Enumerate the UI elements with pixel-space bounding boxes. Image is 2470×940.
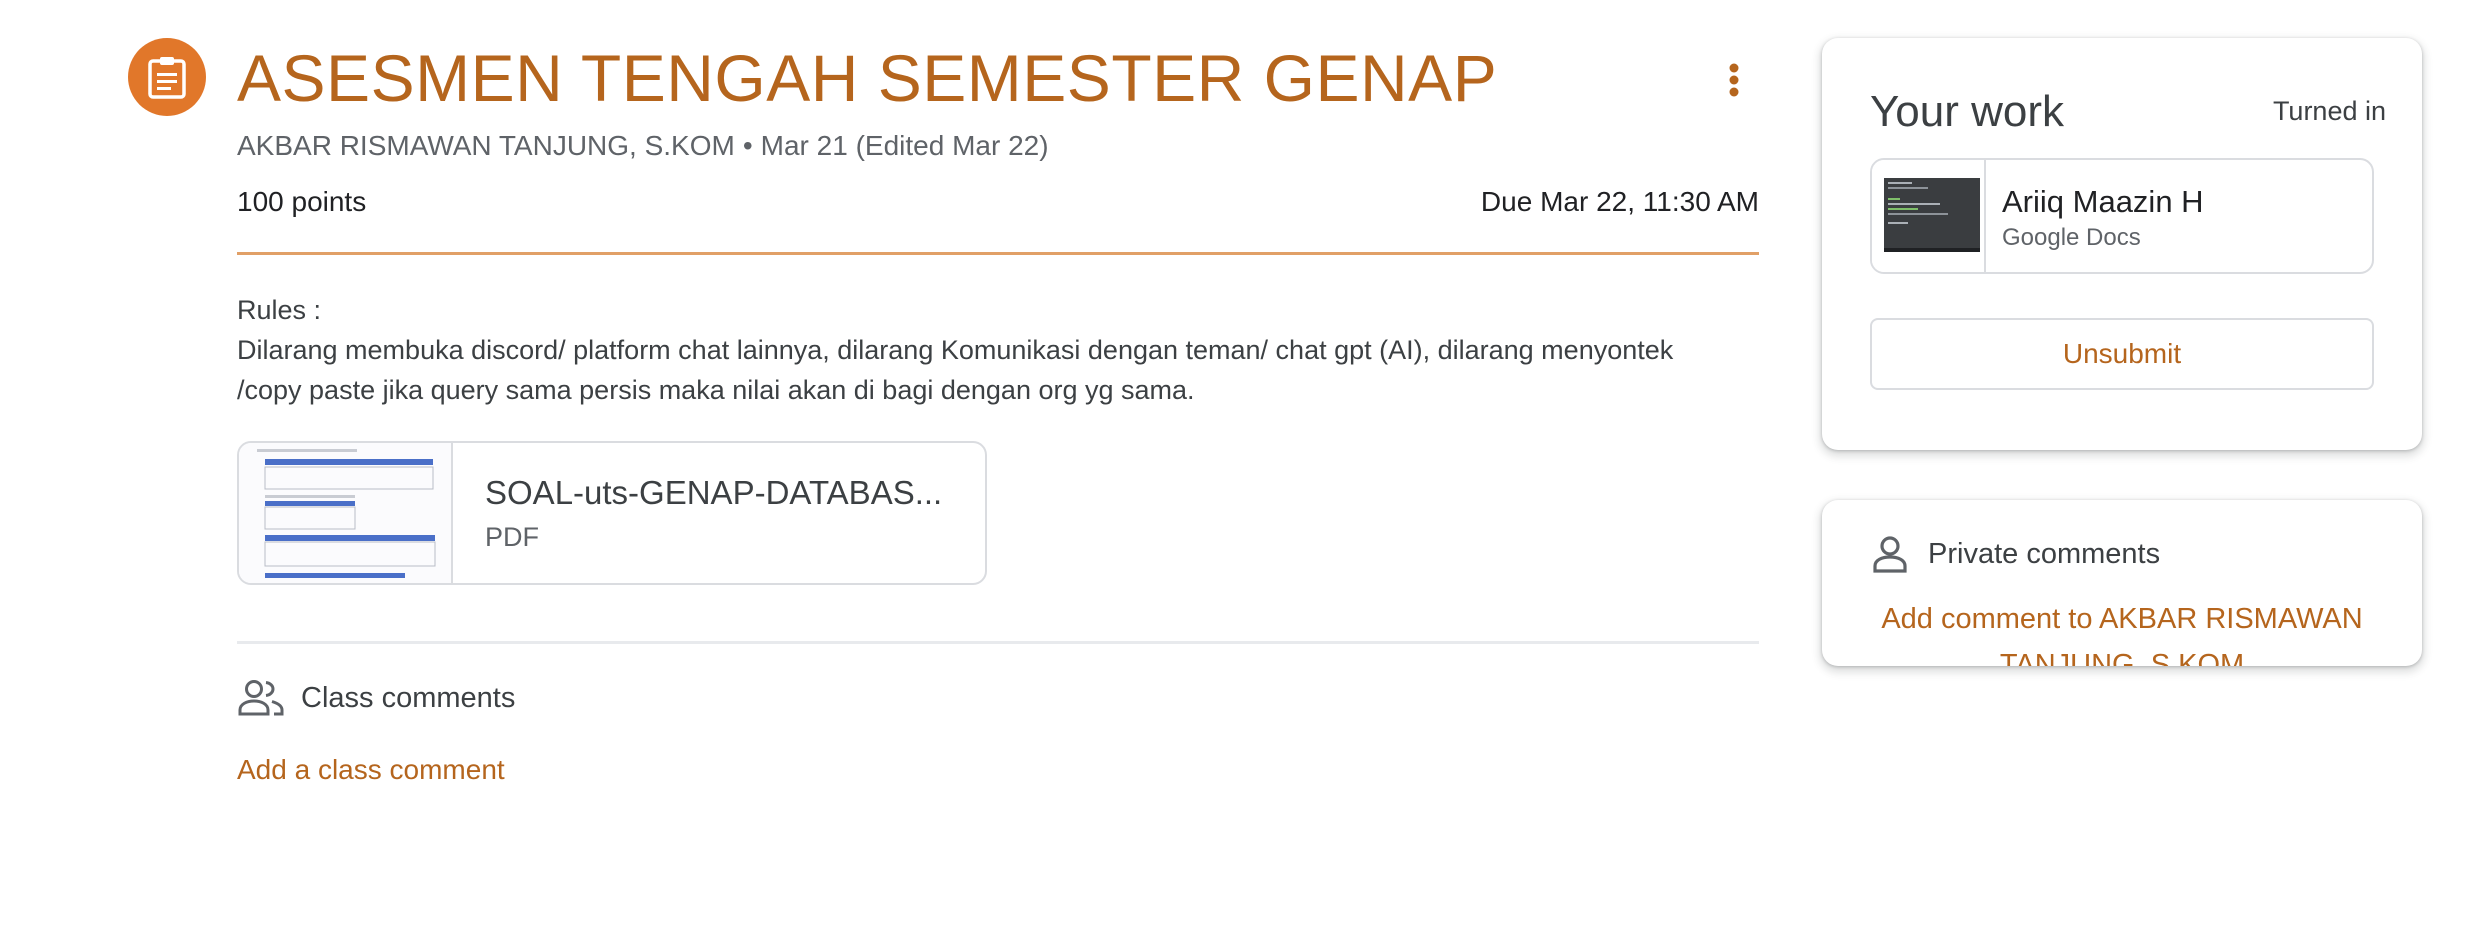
assignment-icon	[128, 38, 206, 116]
meta-separator: •	[742, 130, 753, 161]
work-status: Turned in	[2272, 96, 2386, 126]
more-options-button[interactable]	[1710, 50, 1758, 110]
author-name: AKBAR RISMAWAN TANJUNG, S.KOM	[237, 130, 735, 161]
your-work-card: Your work Turned in Ariiq Maazin H Googl…	[1822, 38, 2422, 450]
attachment-card[interactable]: SOAL-uts-GENAP-DATABAS... PDF	[237, 441, 987, 585]
person-icon	[1873, 536, 1907, 573]
your-work-title: Your work	[1870, 87, 2065, 136]
add-class-comment-link[interactable]: Add a class comment	[237, 754, 505, 786]
comments-divider	[237, 641, 1759, 644]
attachment-thumbnail	[239, 443, 453, 583]
submitted-file-name: Ariiq Maazin H	[2002, 184, 2204, 219]
class-comments-header: Class comments	[237, 678, 515, 718]
assignment-meta: AKBAR RISMAWAN TANJUNG, S.KOM • Mar 21 (Ed…	[237, 128, 1049, 164]
description-line: Rules :	[237, 295, 322, 325]
people-icon	[238, 680, 284, 716]
private-comments-label: Private comments	[1928, 537, 2161, 570]
header-divider	[237, 252, 1759, 255]
add-private-comment-link[interactable]: Add comment to AKBAR RISMAWAN TANJUNG, S…	[1862, 596, 2382, 666]
private-comments-card: Private comments Add comment to AKBAR RI…	[1822, 500, 2422, 666]
submitted-file-type: Google Docs	[2002, 224, 2141, 251]
assignment-description: Rules : Dilarang membuka discord/ platfo…	[237, 290, 1697, 410]
points-label: 100 points	[237, 186, 367, 217]
more-vert-icon	[1729, 63, 1739, 97]
attachment-type: PDF	[485, 522, 539, 552]
points-due-row: 100 points Due Mar 22, 11:30 AM	[237, 184, 1759, 220]
unsubmit-button[interactable]: Unsubmit	[1870, 318, 2374, 390]
submitted-file-thumbnail	[1872, 160, 1986, 272]
description-line: Dilarang membuka discord/ platform chat …	[237, 335, 1674, 405]
attachment-name: SOAL-uts-GENAP-DATABAS...	[485, 474, 943, 511]
private-comments-header: Private comments	[1870, 534, 2160, 574]
page-title: ASESMEN TENGAH SEMESTER GENAP	[237, 41, 1498, 115]
due-date: Due Mar 22, 11:30 AM	[1480, 186, 1759, 217]
submitted-file-card[interactable]: Ariiq Maazin H Google Docs	[1870, 158, 2374, 274]
class-comments-label: Class comments	[301, 681, 516, 714]
posted-date: Mar 21 (Edited Mar 22)	[760, 130, 1049, 161]
